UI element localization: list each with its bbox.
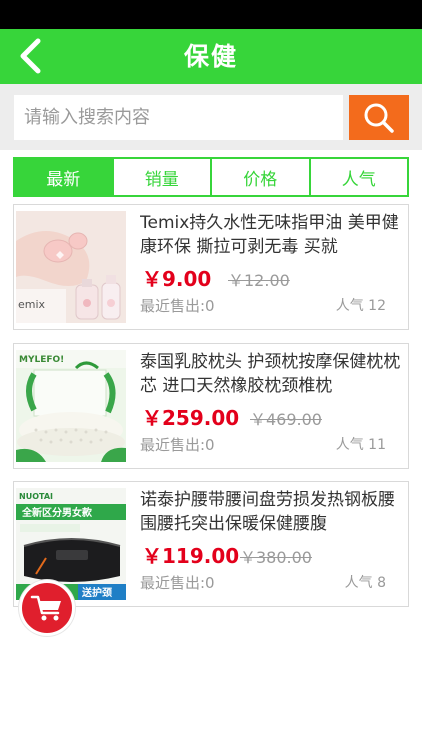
product-popularity: 人气 12 (335, 298, 386, 314)
tab-popularity[interactable]: 人气 (308, 159, 408, 195)
cart-icon (30, 595, 61, 621)
product-item[interactable]: NUOTAI 全新区分男女款 送护颈 诺泰护腰带腰间盘劳损发热钢板腰围腰托突出保… (13, 481, 409, 607)
tab-latest[interactable]: 最新 (15, 159, 112, 195)
sort-tabs: 最新 销量 价格 人气 (13, 157, 409, 197)
product-name[interactable]: Temix持久水性无味指甲油 美甲健康环保 撕拉可剥无毒 买就 (140, 211, 402, 259)
product-price: ￥119.00 (142, 544, 240, 568)
search-input[interactable] (14, 95, 343, 140)
product-price: ￥259.00 (142, 406, 240, 430)
search-icon (364, 103, 394, 133)
product-name[interactable]: 泰国乳胶枕头 护颈枕按摩保健枕枕芯 进口天然橡胶枕颈椎枕 (140, 350, 402, 398)
product-image-label-2: 送护颈 (81, 586, 112, 599)
nav-bar: 保健 (0, 29, 422, 84)
product-sold-count: 最近售出:0 (140, 574, 215, 592)
tab-sales[interactable]: 销量 (111, 159, 211, 195)
product-price: ￥9.00 (142, 267, 212, 291)
product-sold-count: 最近售出:0 (140, 297, 215, 315)
cart-button[interactable] (19, 580, 75, 636)
search-bar (0, 84, 422, 150)
page-title: 保健 (183, 42, 238, 71)
product-image-latex-pillow[interactable]: MYLEFO! (16, 350, 126, 462)
product-sold-count: 最近售出:0 (140, 436, 215, 454)
product-item[interactable]: MYLEFO! 泰国乳胶枕头 护颈枕按摩保健枕枕芯 进口天然橡胶枕颈椎枕 ￥25… (13, 343, 409, 469)
search-button[interactable] (349, 95, 409, 140)
product-image-nail-polish[interactable]: emix (16, 211, 126, 323)
product-popularity: 人气 8 (344, 575, 386, 591)
product-item[interactable]: emix Temix持久水性无味指甲油 美甲健康环保 撕拉可剥无毒 买就 ￥9.… (13, 204, 409, 330)
tab-price[interactable]: 价格 (210, 159, 309, 195)
product-image-brand: MYLEFO! (19, 355, 64, 365)
product-image-label: emix (18, 298, 46, 311)
product-old-price: ￥469.00 (250, 410, 322, 429)
product-image-brand: NUOTAI (19, 492, 53, 501)
product-name[interactable]: 诺泰护腰带腰间盘劳损发热钢板腰围腰托突出保暖保健腰腹 (140, 488, 402, 536)
product-image-label: 全新区分男女款 (21, 506, 93, 519)
product-old-price: ￥12.00 (228, 271, 290, 290)
status-bar (0, 0, 422, 29)
product-popularity: 人气 11 (335, 437, 386, 453)
product-old-price: ￥380.00 (240, 548, 312, 567)
